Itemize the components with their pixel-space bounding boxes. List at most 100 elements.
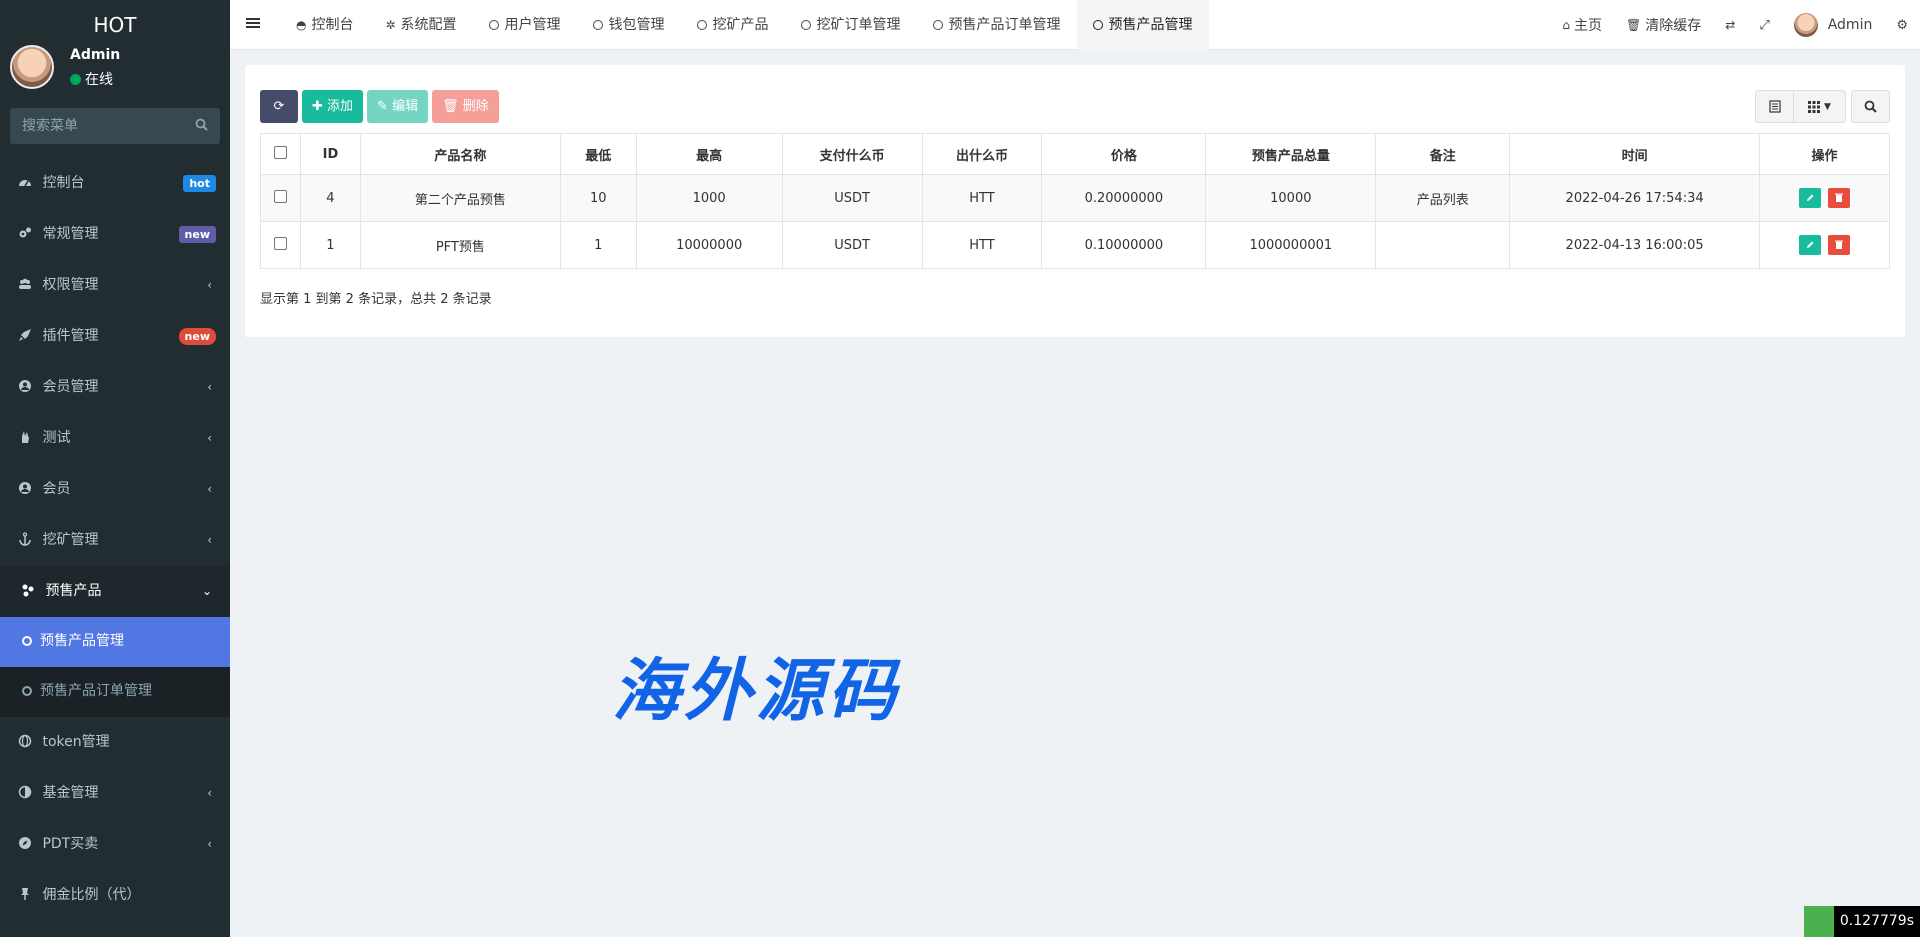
avatar: [10, 45, 54, 89]
rocket-icon: [19, 329, 31, 341]
sidebar-item-member[interactable]: 会员 ‹: [0, 464, 230, 515]
app-logo[interactable]: HOT: [0, 0, 230, 50]
circle-icon: [488, 20, 499, 30]
caret-down-icon: ▼: [1824, 101, 1831, 112]
tab-wallet-manage[interactable]: 钱包管理: [577, 0, 681, 50]
sidebar-item-member-manage[interactable]: 会员管理 ‹: [0, 362, 230, 413]
page-timer: 0.127779s: [1803, 906, 1920, 937]
refresh-button[interactable]: ⟳: [260, 90, 298, 123]
search-icon[interactable]: [195, 118, 208, 131]
row-edit-button[interactable]: [1799, 235, 1822, 255]
user-circle-icon: [19, 380, 31, 392]
chevron-left-icon: ‹: [207, 482, 212, 496]
clear-cache-button[interactable]: 🗑 清除缓存: [1614, 15, 1713, 35]
tab-dashboard[interactable]: ◓ 控制台: [280, 0, 369, 50]
sidebar-item-fund[interactable]: 基金管理 ‹: [0, 768, 230, 819]
sidebar-subitem-presale-products[interactable]: 预售产品管理: [0, 617, 230, 667]
tab-presale-orders[interactable]: 预售产品订单管理: [917, 0, 1077, 50]
hamburger-icon[interactable]: [246, 16, 260, 30]
tab-mining-products[interactable]: 挖矿产品: [681, 0, 785, 50]
row-select-cell: [260, 221, 301, 269]
sidebar-item-mining[interactable]: 挖矿管理 ‹: [0, 515, 230, 566]
chevron-left-icon: ‹: [207, 786, 212, 800]
add-button[interactable]: ✚ 添加: [302, 90, 364, 123]
col-max[interactable]: 最高: [635, 133, 783, 175]
sidebar-item-token[interactable]: token管理: [0, 717, 230, 768]
sidebar-subitem-presale-orders[interactable]: 预售产品订单管理: [0, 667, 230, 717]
hand-icon: [22, 431, 29, 443]
columns-dropdown[interactable]: ▼: [1794, 90, 1846, 123]
sidebar-item-commission[interactable]: 佣金比例（代）: [0, 870, 230, 921]
timer-text[interactable]: 0.127779s: [1833, 906, 1920, 937]
sidebar-item-addon[interactable]: 插件管理 new: [0, 311, 230, 362]
row-delete-button[interactable]: [1827, 235, 1850, 255]
sidebar-item-general[interactable]: 常规管理 new: [0, 209, 230, 260]
row-edit-button[interactable]: [1799, 188, 1822, 208]
tab-mining-orders[interactable]: 挖矿订单管理: [785, 0, 917, 50]
sidebar-item-pdt[interactable]: PDT买卖 ‹: [0, 819, 230, 870]
select-all-checkbox[interactable]: [273, 145, 287, 159]
col-pay-coin[interactable]: 支付什么币: [781, 133, 923, 175]
tab-user-manage[interactable]: 用户管理: [473, 0, 577, 50]
row-delete-button[interactable]: [1827, 188, 1850, 208]
dashboard-icon: ◓: [296, 18, 307, 32]
home-icon: ⌂: [1562, 18, 1571, 32]
new-badge: new: [178, 328, 216, 345]
search-toggle-button[interactable]: [1851, 90, 1890, 123]
watermark-text: 海外源码: [612, 651, 901, 731]
table-row[interactable]: 4 第二个产品预售 10 1000 USDT HTT 0.20000000 10…: [260, 174, 1890, 222]
table-toolbar: ⟳ ✚ 添加 ✎ 编辑 🗑 删除: [260, 90, 499, 123]
menu-search-input[interactable]: [10, 108, 190, 144]
cogs-icon: [19, 227, 31, 238]
row-checkbox[interactable]: [273, 236, 287, 250]
sidebar-item-test[interactable]: 测试 ‹: [0, 413, 230, 464]
col-total[interactable]: 预售产品总量: [1205, 133, 1377, 175]
language-button[interactable]: ⇄: [1713, 18, 1747, 32]
debug-logo-icon[interactable]: [1803, 906, 1834, 937]
col-out-coin[interactable]: 出什么币: [921, 133, 1043, 175]
anchor-icon: [19, 532, 31, 546]
cell-pay-coin: USDT: [781, 221, 923, 269]
tab-presale-products[interactable]: 预售产品管理: [1076, 0, 1209, 50]
pagination-summary: 显示第 1 到第 2 条记录，总共 2 条记录: [260, 292, 492, 307]
user-status: 在线: [70, 69, 113, 89]
cell-remark: 产品列表: [1375, 174, 1511, 222]
col-time[interactable]: 时间: [1509, 133, 1760, 175]
content-panel: ⟳ ✚ 添加 ✎ 编辑 🗑 删除 ▼ ID 产品名称 最低 最高 支付什么币 出…: [245, 65, 1905, 337]
user-panel: Admin 在线: [10, 45, 220, 89]
cell-actions: [1759, 174, 1890, 222]
col-price[interactable]: 价格: [1041, 133, 1207, 175]
col-product-name[interactable]: 产品名称: [359, 133, 561, 175]
home-link[interactable]: ⌂ 主页: [1550, 15, 1614, 35]
cell-out-coin: HTT: [921, 221, 1043, 269]
sidebar-item-auth[interactable]: 权限管理 ‹: [0, 260, 230, 311]
pushpin-icon: [21, 888, 29, 900]
col-remark[interactable]: 备注: [1375, 133, 1511, 175]
online-dot-icon: [70, 74, 81, 85]
table-row[interactable]: 1 PFT预售 1 10000000 USDT HTT 0.10000000 1…: [260, 221, 1890, 269]
settings-button[interactable]: ⚙: [1884, 18, 1920, 33]
globe-icon: [18, 734, 32, 748]
cell-max: 1000: [635, 174, 783, 222]
cell-max: 10000000: [635, 221, 783, 269]
tab-system-config[interactable]: ✲ 系统配置: [369, 0, 472, 50]
delete-button[interactable]: 🗑 删除: [432, 90, 499, 123]
cell-out-coin: HTT: [921, 174, 1043, 222]
admin-menu[interactable]: Admin: [1782, 13, 1885, 37]
toggle-view-button[interactable]: [1755, 90, 1794, 123]
chevron-left-icon: ‹: [207, 380, 212, 394]
presale-submenu: 预售产品管理 预售产品订单管理: [0, 617, 230, 717]
cell-time: 2022-04-26 17:54:34: [1509, 174, 1760, 222]
sidebar-item-dashboard[interactable]: 控制台 hot: [0, 158, 230, 209]
edit-button[interactable]: ✎ 编辑: [367, 90, 429, 123]
trash-icon: [1834, 193, 1843, 202]
table-tools: ▼: [1755, 90, 1890, 123]
user-circle-icon: [19, 482, 31, 494]
fullscreen-button[interactable]: ⤢: [1747, 18, 1781, 33]
col-min[interactable]: 最低: [559, 133, 637, 175]
circle-icon: [932, 20, 943, 30]
sidebar-item-presale[interactable]: 预售产品 ⌄: [0, 566, 230, 617]
row-checkbox[interactable]: [273, 189, 287, 203]
col-id[interactable]: ID: [299, 133, 361, 175]
chevron-left-icon: ‹: [207, 431, 212, 445]
